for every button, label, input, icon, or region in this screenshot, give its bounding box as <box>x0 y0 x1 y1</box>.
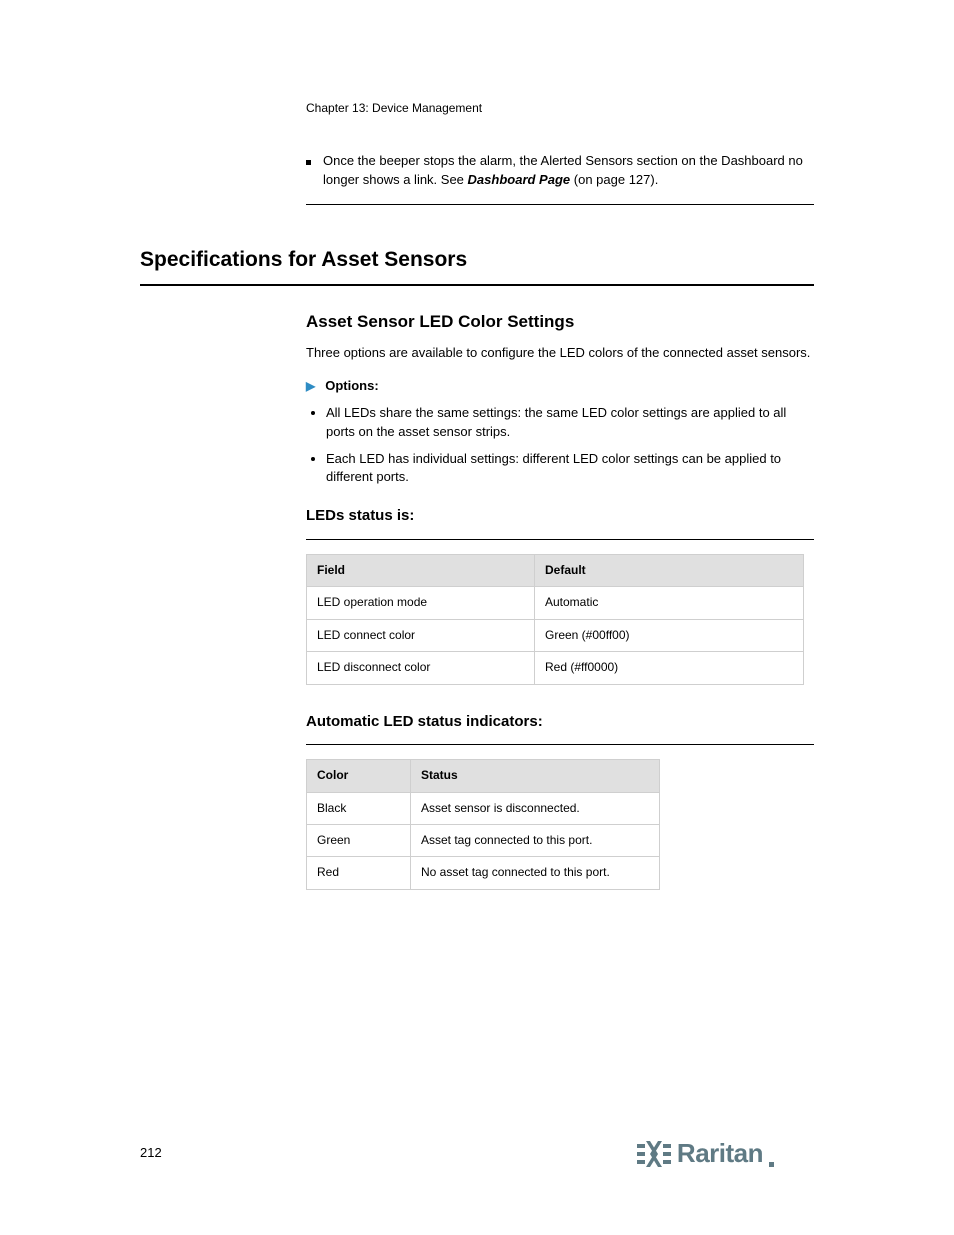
continuation-text: Once the beeper stops the alarm, the Ale… <box>323 152 814 190</box>
table-rule <box>306 744 814 745</box>
section-body: Asset Sensor LED Color Settings Three op… <box>306 310 814 890</box>
table-rule <box>306 539 814 540</box>
options-heading-row: ▶ Options: <box>306 377 814 396</box>
lead-paragraph: Three options are available to configure… <box>306 344 814 363</box>
content-column: Chapter 13: Device Management Once the b… <box>140 100 814 890</box>
table-cell: No asset tag connected to this port. <box>411 857 660 889</box>
led-indicator-table: Color Status Black Asset sensor is disco… <box>306 759 660 890</box>
list-item: All LEDs share the same settings: the sa… <box>326 404 814 442</box>
table-row: Black Asset sensor is disconnected. <box>307 792 660 824</box>
table-cell: Automatic <box>535 587 804 619</box>
square-bullet-icon <box>306 160 311 165</box>
table-cell: Red (#ff0000) <box>535 652 804 684</box>
table-header-cell: Default <box>535 554 804 586</box>
continuation-row: Once the beeper stops the alarm, the Ale… <box>306 152 814 190</box>
table-header-row: Color Status <box>307 760 660 792</box>
table-row: LED disconnect color Red (#ff0000) <box>307 652 804 684</box>
table-cell: LED connect color <box>307 619 535 651</box>
table-header-row: Field Default <box>307 554 804 586</box>
brand-name: Raritan <box>677 1135 763 1173</box>
arrow-icon: ▶ <box>306 378 315 395</box>
table-cell: Red <box>307 857 411 889</box>
page: Chapter 13: Device Management Once the b… <box>0 0 954 1235</box>
subsection-heading: Asset Sensor LED Color Settings <box>306 310 814 335</box>
table-title: LEDs status is: <box>306 505 814 527</box>
table-cell: Green (#00ff00) <box>535 619 804 651</box>
chapter-label: Chapter 13: Device Management <box>306 100 814 117</box>
table-header-cell: Color <box>307 760 411 792</box>
table-row: Green Asset tag connected to this port. <box>307 825 660 857</box>
section-rule <box>140 284 814 286</box>
table-header-cell: Field <box>307 554 535 586</box>
table-header-cell: Status <box>411 760 660 792</box>
table-row: LED connect color Green (#00ff00) <box>307 619 804 651</box>
table-cell: Black <box>307 792 411 824</box>
options-heading: Options: <box>325 377 378 396</box>
brand-logo: Raritan <box>637 1135 774 1173</box>
table-cell: LED operation mode <box>307 587 535 619</box>
list-item: Each LED has individual settings: differ… <box>326 450 814 488</box>
table-row: Red No asset tag connected to this port. <box>307 857 660 889</box>
page-number: 212 <box>140 1144 162 1163</box>
table-cell: LED disconnect color <box>307 652 535 684</box>
table-row: LED operation mode Automatic <box>307 587 804 619</box>
brand-dot-icon <box>769 1162 774 1167</box>
led-status-table: Field Default LED operation mode Automat… <box>306 554 804 685</box>
table-cell: Asset sensor is disconnected. <box>411 792 660 824</box>
section-heading: Specifications for Asset Sensors <box>140 245 814 275</box>
table-cell: Asset tag connected to this port. <box>411 825 660 857</box>
continuation-block: Once the beeper stops the alarm, the Ale… <box>306 152 814 205</box>
table-cell: Green <box>307 825 411 857</box>
raritan-glyph-icon <box>637 1141 671 1167</box>
continuation-link[interactable]: Dashboard Page <box>468 172 571 187</box>
options-list: All LEDs share the same settings: the sa… <box>306 404 814 487</box>
table-title: Automatic LED status indicators: <box>306 711 814 733</box>
continuation-pageref: (on page 127). <box>574 172 659 187</box>
divider <box>306 204 814 205</box>
